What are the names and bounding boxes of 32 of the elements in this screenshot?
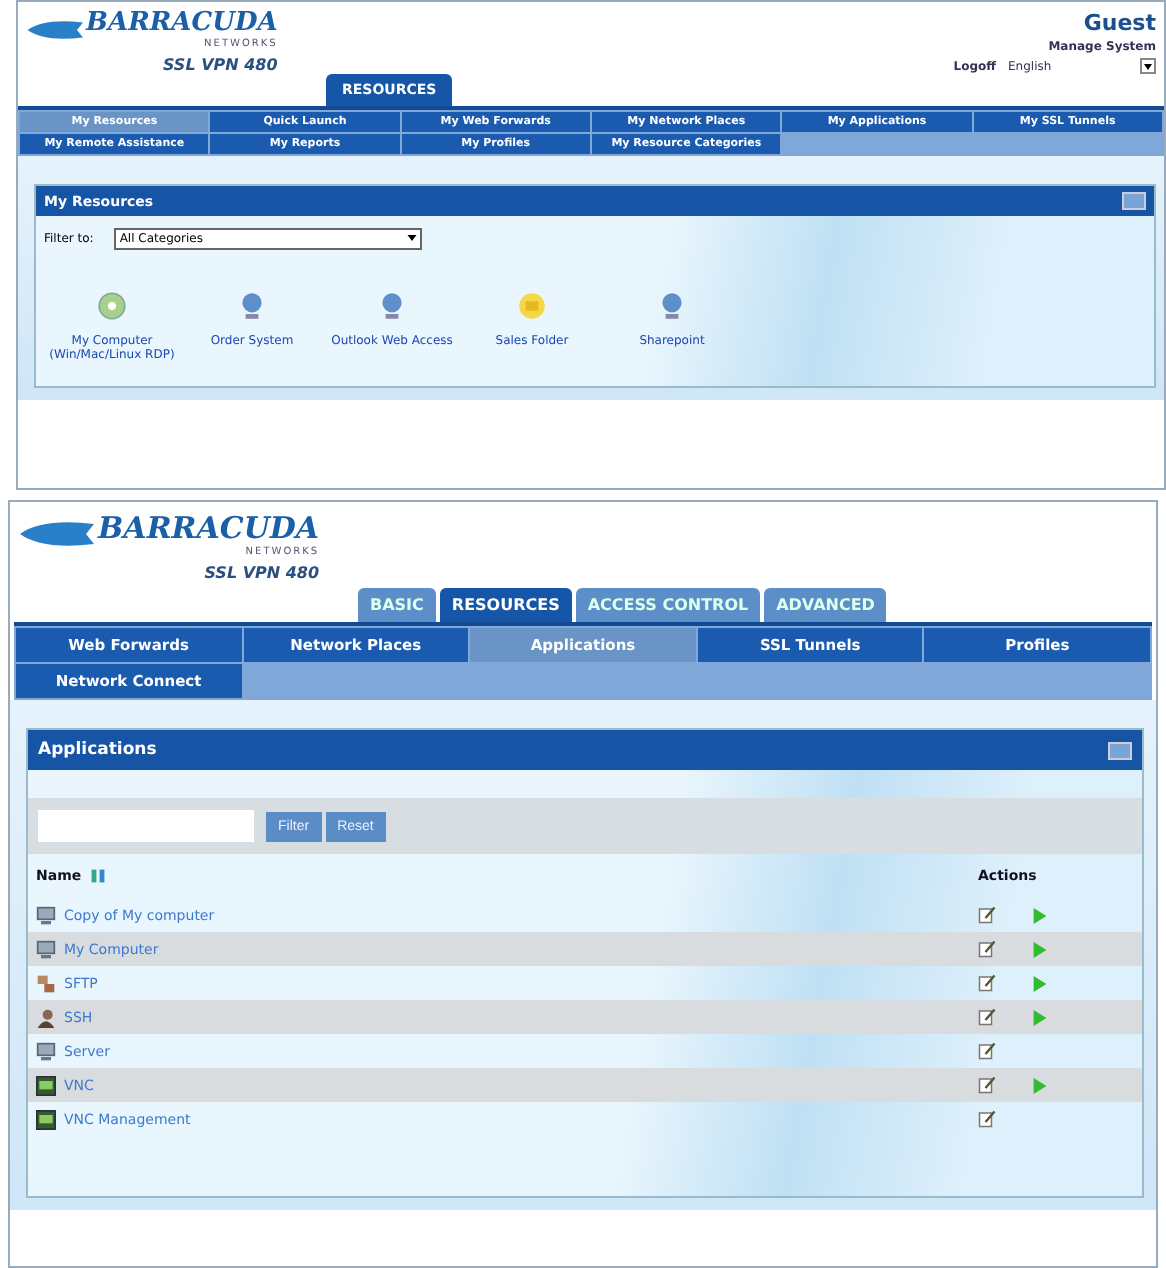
language-dropdown-icon[interactable] <box>1140 58 1156 74</box>
fish-logo-icon <box>26 18 86 42</box>
edit-icon[interactable] <box>978 1076 996 1094</box>
product-name: SSL VPN 480 <box>204 564 320 582</box>
edit-icon[interactable] <box>978 906 996 924</box>
globe-icon[interactable] <box>656 290 688 322</box>
computer-icon <box>36 939 56 959</box>
edit-icon[interactable] <box>978 940 996 958</box>
folder-icon[interactable] <box>516 290 548 322</box>
globe-icon[interactable] <box>376 290 408 322</box>
globe-icon[interactable] <box>236 290 268 322</box>
fish-logo-icon <box>18 518 98 550</box>
logo-text: BARRACUDA <box>98 510 320 546</box>
product-name: SSL VPN 480 <box>162 56 278 74</box>
panel-title: Applications <box>38 740 157 760</box>
panel-menu-icon[interactable] <box>1108 741 1132 759</box>
user-icon <box>36 1007 56 1027</box>
sort-icon[interactable] <box>89 868 106 884</box>
play-icon[interactable] <box>1032 1075 1048 1095</box>
search-field[interactable] <box>38 810 254 842</box>
edit-icon[interactable] <box>978 974 996 992</box>
edit-icon[interactable] <box>978 1008 996 1026</box>
edit-icon[interactable] <box>978 1110 996 1128</box>
main-tab[interactable]: RESOURCES <box>439 588 572 622</box>
dropdown-arrow-icon[interactable] <box>405 232 418 244</box>
disc-icon[interactable] <box>96 290 128 322</box>
logo-text: BARRACUDA <box>86 10 278 38</box>
transfer-icon <box>36 973 56 993</box>
computer-icon <box>36 1041 56 1061</box>
computer-icon <box>36 905 56 925</box>
edit-icon[interactable] <box>978 1042 996 1060</box>
user-name: Guest <box>1083 10 1156 36</box>
